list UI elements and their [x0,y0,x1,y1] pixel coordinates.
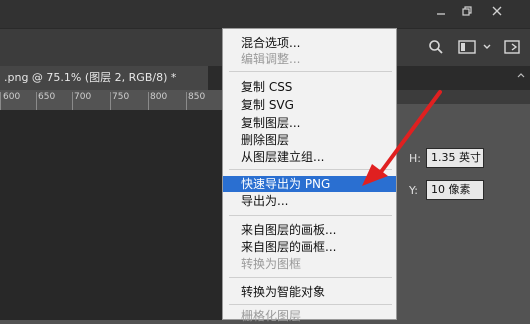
annotation-arrow [362,90,442,186]
